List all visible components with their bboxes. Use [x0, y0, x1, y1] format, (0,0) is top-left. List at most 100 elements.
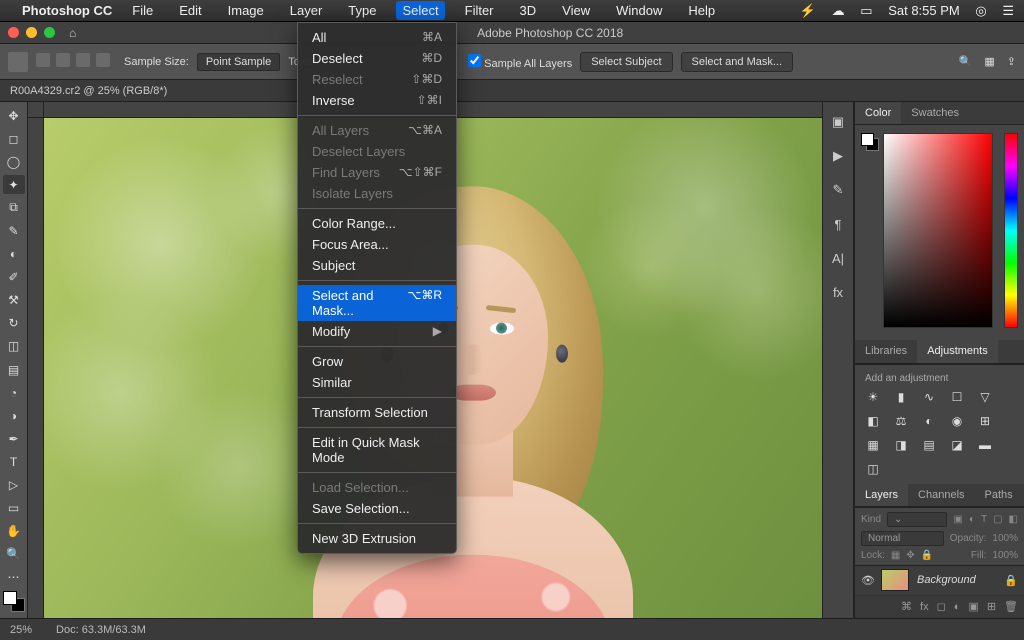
menu-item-inverse[interactable]: Inverse⇧⌘I: [298, 90, 456, 111]
menu-item-edit-in-quick-mask-mode[interactable]: Edit in Quick Mask Mode: [298, 432, 456, 468]
blend-mode-select[interactable]: Normal: [861, 531, 944, 546]
menu-select[interactable]: Select: [396, 1, 444, 20]
invert-icon[interactable]: ◨: [893, 438, 909, 452]
sync-icon[interactable]: ☁: [832, 3, 845, 18]
menu-filter[interactable]: Filter: [459, 1, 500, 20]
shape-tool-icon[interactable]: ▭: [3, 499, 25, 518]
lock-position-icon[interactable]: ✥: [906, 550, 914, 561]
styles-panel-icon[interactable]: fx: [829, 284, 847, 300]
battery-icon[interactable]: ▭: [860, 3, 872, 18]
fill-value[interactable]: 100%: [992, 550, 1018, 561]
new-group-icon[interactable]: ▣: [968, 600, 978, 613]
color-balance-icon[interactable]: ⚖: [893, 414, 909, 428]
lock-pixels-icon[interactable]: ▦: [891, 550, 900, 561]
selection-mode-icons[interactable]: [36, 53, 116, 70]
menu-view[interactable]: View: [556, 1, 596, 20]
hand-tool-icon[interactable]: ✋: [3, 522, 25, 541]
tab-channels[interactable]: Channels: [908, 484, 974, 506]
minimize-window-icon[interactable]: [26, 27, 37, 38]
history-brush-tool-icon[interactable]: ↻: [3, 314, 25, 333]
tool-preset-icon[interactable]: [8, 52, 28, 72]
zoom-level[interactable]: 25%: [10, 624, 32, 636]
selective-color-icon[interactable]: ◫: [865, 462, 881, 476]
tab-layers[interactable]: Layers: [855, 484, 908, 506]
hue-icon[interactable]: ◧: [865, 414, 881, 428]
filter-type-icon[interactable]: T: [981, 514, 987, 525]
menu-item-save-selection[interactable]: Save Selection...: [298, 498, 456, 519]
play-panel-icon[interactable]: ▶: [829, 148, 847, 164]
bw-icon[interactable]: ◐: [921, 414, 937, 428]
edit-toolbar-icon[interactable]: ⋯: [3, 568, 25, 587]
link-layers-icon[interactable]: ⌘: [901, 600, 912, 613]
magic-wand-tool-icon[interactable]: ✦: [3, 175, 25, 194]
menu-item-transform-selection[interactable]: Transform Selection: [298, 402, 456, 423]
select-and-mask-button[interactable]: Select and Mask...: [681, 52, 794, 72]
character-panel-icon[interactable]: A|: [829, 250, 847, 266]
ruler-vertical[interactable]: [28, 118, 44, 618]
menu-help[interactable]: Help: [682, 1, 721, 20]
visibility-icon[interactable]: 👁: [861, 574, 873, 586]
hue-slider[interactable]: [1004, 133, 1018, 328]
menu-item-subject[interactable]: Subject: [298, 255, 456, 276]
lock-all-icon[interactable]: 🔒: [921, 550, 933, 561]
sample-size-select[interactable]: Point Sample: [197, 53, 280, 71]
brush-tool-icon[interactable]: ✐: [3, 268, 25, 287]
paragraph-panel-icon[interactable]: ¶: [829, 216, 847, 232]
select-subject-button[interactable]: Select Subject: [580, 52, 672, 72]
menu-item-modify[interactable]: Modify▶: [298, 321, 456, 342]
menu-item-color-range[interactable]: Color Range...: [298, 213, 456, 234]
eraser-tool-icon[interactable]: ◫: [3, 337, 25, 356]
type-tool-icon[interactable]: T: [3, 452, 25, 471]
sample-all-layers-checkbox[interactable]: Sample All Layers: [468, 54, 572, 70]
move-tool-icon[interactable]: ✥: [3, 106, 25, 125]
pen-tool-icon[interactable]: ✒: [3, 429, 25, 448]
exposure-icon[interactable]: ☐: [949, 390, 965, 404]
history-panel-icon[interactable]: ▣: [829, 114, 847, 130]
app-name[interactable]: Photoshop CC: [22, 3, 112, 18]
foreground-background-swatches[interactable]: [3, 591, 25, 612]
threshold-icon[interactable]: ◪: [949, 438, 965, 452]
menu-item-select-and-mask[interactable]: Select and Mask...⌥⌘R: [298, 285, 456, 321]
layer-mask-icon[interactable]: ◻: [937, 600, 946, 613]
clone-stamp-tool-icon[interactable]: ⚒: [3, 291, 25, 310]
menu-item-grow[interactable]: Grow: [298, 351, 456, 372]
lasso-tool-icon[interactable]: ◯: [3, 152, 25, 171]
blur-tool-icon[interactable]: ◔: [3, 383, 25, 402]
menu-window[interactable]: Window: [610, 1, 668, 20]
delete-layer-icon[interactable]: 🗑: [1004, 600, 1018, 613]
tab-libraries[interactable]: Libraries: [855, 340, 917, 362]
menu-type[interactable]: Type: [342, 1, 382, 20]
tab-color[interactable]: Color: [855, 102, 901, 124]
healing-brush-tool-icon[interactable]: ◐: [3, 245, 25, 264]
filter-smart-icon[interactable]: ◧: [1009, 514, 1018, 525]
color-swatch-icon[interactable]: [861, 133, 879, 151]
layer-thumbnail[interactable]: [881, 569, 909, 591]
filter-shape-icon[interactable]: ▢: [993, 514, 1002, 525]
crop-tool-icon[interactable]: ⧉: [3, 198, 25, 217]
home-icon[interactable]: ⌂: [69, 26, 76, 40]
clock[interactable]: Sat 8:55 PM: [888, 3, 960, 18]
menu-item-focus-area[interactable]: Focus Area...: [298, 234, 456, 255]
kind-filter-select[interactable]: ⌄: [887, 512, 947, 527]
channel-mixer-icon[interactable]: ⊞: [977, 414, 993, 428]
path-selection-tool-icon[interactable]: ▷: [3, 476, 25, 495]
filter-adjustment-icon[interactable]: ◐: [969, 514, 975, 525]
wifi-off-icon[interactable]: ⚡: [800, 3, 816, 18]
gradient-map-icon[interactable]: ▬: [977, 438, 993, 452]
eyedropper-tool-icon[interactable]: ✎: [3, 221, 25, 240]
photo-filter-icon[interactable]: ◉: [949, 414, 965, 428]
menu-item-deselect[interactable]: Deselect⌘D: [298, 48, 456, 69]
lock-icon[interactable]: 🔒: [1004, 574, 1018, 587]
menu-item-all[interactable]: All⌘A: [298, 27, 456, 48]
menu-file[interactable]: File: [126, 1, 159, 20]
brush-panel-icon[interactable]: ✎: [829, 182, 847, 198]
close-window-icon[interactable]: [8, 27, 19, 38]
brightness-icon[interactable]: ☀: [865, 390, 881, 404]
levels-icon[interactable]: ▮: [893, 390, 909, 404]
filter-image-icon[interactable]: ▣: [953, 514, 962, 525]
layer-name[interactable]: Background: [917, 574, 996, 586]
menu-3d[interactable]: 3D: [514, 1, 543, 20]
curves-icon[interactable]: ∿: [921, 390, 937, 404]
share-icon[interactable]: ⇪: [1007, 55, 1016, 68]
gradient-tool-icon[interactable]: ▤: [3, 360, 25, 379]
